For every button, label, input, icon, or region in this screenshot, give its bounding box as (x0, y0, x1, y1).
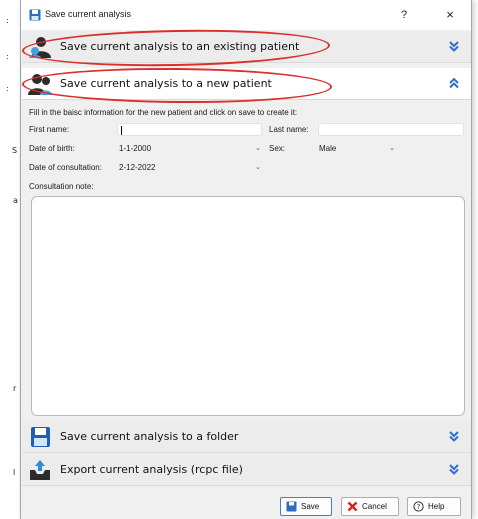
chevron-down-icon[interactable] (447, 429, 461, 443)
sex-label: Sex: (269, 144, 286, 153)
dob-picker[interactable]: 1-1-2000 ⌄ (117, 142, 263, 156)
consultation-note-label: Consultation note: (29, 182, 94, 191)
instructions-text: Fill in the baisc information for the ne… (29, 108, 298, 117)
cancel-x-icon (347, 501, 358, 512)
export-icon (30, 460, 50, 480)
consultation-date-picker[interactable]: 2-12-2022 ⌄ (117, 161, 263, 175)
close-button[interactable]: × (441, 6, 459, 24)
save-analysis-dialog: Save current analysis ? × Save current a… (20, 0, 472, 519)
new-patient-panel: Fill in the baisc information for the ne… (22, 103, 471, 418)
consultation-note-textarea[interactable] (31, 196, 465, 416)
section-label: Save current analysis to an existing pat… (60, 40, 300, 53)
background-glyph: S (12, 146, 18, 155)
cancel-label: Cancel (362, 502, 387, 511)
window-title: Save current analysis (45, 9, 132, 19)
save-button[interactable]: Save (280, 497, 332, 516)
first-name-label: First name: (29, 125, 70, 134)
chevron-down-icon[interactable] (447, 39, 461, 53)
new-patient-icon (28, 74, 52, 95)
title-help-button[interactable]: ? (395, 6, 413, 24)
dob-value: 1-1-2000 (119, 144, 152, 153)
chevron-down-icon: ⌄ (389, 145, 395, 152)
last-name-label: Last name: (269, 125, 309, 134)
background-glyph: r (13, 384, 17, 393)
chevron-down-icon: ⌄ (255, 145, 261, 152)
help-button[interactable]: ? Help (407, 497, 461, 516)
consultation-date-value: 2-12-2022 (119, 163, 156, 172)
chevron-down-icon: ⌄ (255, 164, 261, 171)
text-cursor (121, 126, 122, 135)
patient-icon (29, 37, 51, 58)
floppy-disk-icon (31, 427, 50, 447)
help-icon: ? (413, 501, 424, 512)
consultation-date-label: Date of consultation: (29, 163, 102, 172)
section-save-to-folder[interactable]: Save current analysis to a folder (22, 421, 471, 453)
chevron-down-icon[interactable] (447, 462, 461, 476)
dob-label: Date of birth: (29, 144, 75, 153)
last-name-field[interactable] (318, 123, 464, 136)
svg-text:?: ? (417, 503, 421, 511)
background-glyph: : (6, 16, 9, 25)
sex-value: Male (319, 144, 337, 153)
section-export-rcpc[interactable]: Export current analysis (rcpc file) (22, 454, 471, 486)
background-glyph: : (6, 52, 9, 61)
save-label: Save (301, 502, 320, 511)
help-label: Help (428, 502, 445, 511)
background-glyph: : (6, 84, 9, 93)
floppy-disk-icon (286, 501, 297, 512)
first-name-field[interactable] (117, 123, 262, 136)
sex-select[interactable]: Male ⌄ (317, 142, 397, 156)
cancel-button[interactable]: Cancel (341, 497, 399, 516)
background-window: : : : S a r l (0, 0, 20, 519)
dialog-button-row: Save Cancel ? Help (22, 494, 471, 518)
chevron-up-icon[interactable] (447, 76, 461, 90)
background-glyph: a (13, 196, 18, 205)
title-bar[interactable]: Save current analysis ? × (21, 0, 471, 30)
section-label: Save current analysis to a folder (60, 430, 239, 443)
section-new-patient[interactable]: Save current analysis to a new patient (22, 68, 471, 100)
background-glyph: l (13, 468, 16, 477)
floppy-disk-icon (29, 9, 41, 21)
section-label: Save current analysis to a new patient (60, 77, 272, 90)
section-existing-patient[interactable]: Save current analysis to an existing pat… (22, 31, 471, 63)
section-label: Export current analysis (rcpc file) (60, 463, 243, 476)
